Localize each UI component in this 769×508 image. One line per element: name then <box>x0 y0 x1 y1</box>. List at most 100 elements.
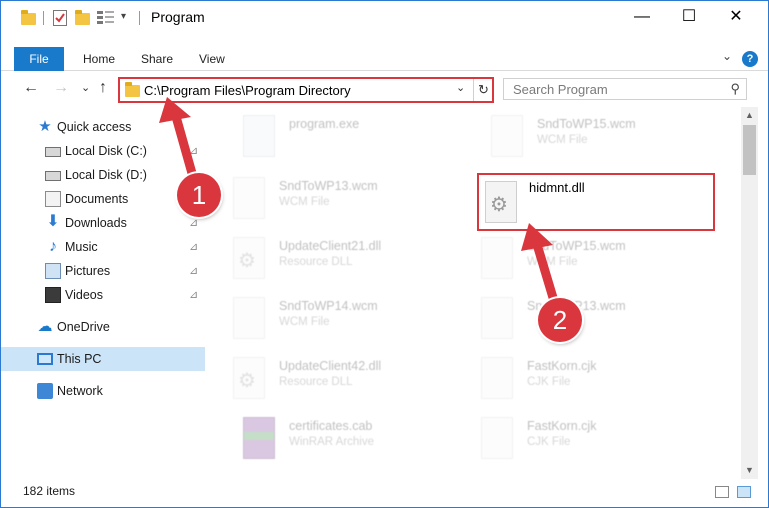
sidebar-item-this-pc[interactable]: This PC <box>1 347 205 371</box>
file-name: UpdateClient21.dll <box>279 239 382 253</box>
pin-icon[interactable]: ⊿ <box>189 288 198 301</box>
music-icon: ♪ <box>49 238 57 255</box>
tab-share[interactable]: Share <box>141 47 173 71</box>
search-placeholder: Search Program <box>513 82 608 97</box>
toolbar-dropdown-icon[interactable]: ▾ <box>121 11 126 27</box>
sidebar-item-music[interactable]: ♪ Music ⊿ <box>1 235 205 259</box>
file-item[interactable]: SndToWP15.wcm WCM File <box>461 229 706 287</box>
file-item[interactable]: UpdateClient42.dll Resource DLL <box>213 349 458 407</box>
drive-icon <box>45 147 61 157</box>
file-type: CJK File <box>527 436 571 448</box>
file-icon <box>481 357 513 399</box>
file-name: FastKorn.cjk <box>527 359 597 373</box>
file-item[interactable]: SndToWP14.wcm WCM File <box>213 289 458 347</box>
file-item[interactable]: FastKorn.cjk CJK File <box>461 409 706 467</box>
file-type: Resource DLL <box>279 256 353 268</box>
sidebar-item-quick-access[interactable]: ★ Quick access <box>1 115 205 139</box>
large-icons-view-icon[interactable] <box>737 486 751 498</box>
scroll-up-icon[interactable]: ▲ <box>741 107 758 124</box>
file-icon <box>491 115 523 157</box>
scroll-thumb[interactable] <box>743 125 756 175</box>
explorer-window: ▾ Program — ☐ ✕ File Home Share View ⌄ ?… <box>0 0 769 508</box>
help-icon[interactable]: ? <box>742 51 758 67</box>
file-item-hidmnt-dll[interactable]: hidmnt.dll <box>477 173 715 231</box>
sidebar-item-label: Downloads <box>65 216 127 230</box>
file-type: WCM File <box>279 316 330 328</box>
file-item[interactable]: FastKorn.cjk CJK File <box>461 349 706 407</box>
annotation-badge-1: 1 <box>177 173 221 217</box>
dll-icon <box>485 181 517 223</box>
documents-icon <box>45 191 61 207</box>
tab-home[interactable]: Home <box>83 47 115 71</box>
sidebar-item-onedrive[interactable]: ☁ OneDrive <box>1 315 205 339</box>
ribbon-expand-icon[interactable]: ⌄ <box>722 49 732 63</box>
vertical-scrollbar[interactable]: ▲ ▼ <box>741 107 758 479</box>
back-button[interactable]: ← <box>23 79 39 97</box>
pin-icon[interactable]: ⊿ <box>189 216 198 229</box>
file-item[interactable]: SndToWP13.wcm WCM File <box>213 169 458 227</box>
cloud-icon: ☁ <box>37 318 53 335</box>
properties-icon[interactable] <box>53 10 67 26</box>
file-icon <box>233 297 265 339</box>
address-dropdown-icon[interactable]: ⌄ <box>456 81 465 94</box>
search-input[interactable]: Search Program ⚲ <box>503 78 747 100</box>
quick-access-separator <box>43 11 44 25</box>
file-type: Resource DLL <box>279 376 353 388</box>
forward-button[interactable]: → <box>53 79 69 97</box>
sidebar-item-pictures[interactable]: Pictures ⊿ <box>1 259 205 283</box>
sidebar-item-label: Music <box>65 240 98 254</box>
videos-icon <box>45 287 61 303</box>
close-button[interactable]: ✕ <box>713 1 759 33</box>
recent-locations-button[interactable]: ⌄ <box>81 81 90 94</box>
download-icon: ⬇ <box>46 213 60 230</box>
drive-icon <box>45 171 61 181</box>
file-item[interactable]: program.exe <box>223 107 468 165</box>
file-item[interactable]: SndToWP15.wcm WCM File <box>471 107 716 165</box>
file-type: CJK File <box>527 376 571 388</box>
minimize-button[interactable]: — <box>619 1 665 33</box>
scroll-down-icon[interactable]: ▼ <box>741 462 758 479</box>
file-name: SndToWP15.wcm <box>527 239 626 253</box>
file-name: UpdateClient42.dll <box>279 359 382 373</box>
pc-icon <box>37 353 53 365</box>
up-button[interactable]: ↑ <box>99 79 107 97</box>
sidebar-item-local-disk-c[interactable]: Local Disk (C:) ⊿ <box>1 139 205 163</box>
file-item[interactable]: certificates.cab WinRAR Archive <box>223 409 468 467</box>
file-type: WCM File <box>537 134 588 146</box>
file-list: program.exe SndToWP15.wcm WCM File SndTo… <box>213 107 741 479</box>
navigation-bar: ← → ⌄ ↑ C:\Program Files\Program Directo… <box>1 73 768 105</box>
tab-file[interactable]: File <box>14 47 64 71</box>
address-path[interactable]: C:\Program Files\Program Directory <box>144 83 351 98</box>
status-bar: 182 items <box>1 479 768 507</box>
sidebar-item-label: Local Disk (C:) <box>65 144 147 158</box>
refresh-button[interactable]: ↻ <box>473 79 493 101</box>
star-icon: ★ <box>38 118 52 135</box>
sidebar-item-local-disk-d[interactable]: Local Disk (D:) ⊿ <box>1 163 205 187</box>
search-icon[interactable]: ⚲ <box>730 81 740 97</box>
file-item[interactable]: UpdateClient21.dll Resource DLL <box>213 229 458 287</box>
sidebar-item-network[interactable]: Network <box>1 379 205 403</box>
address-bar[interactable]: C:\Program Files\Program Directory ⌄ ↻ <box>118 77 494 103</box>
sidebar-item-label: Pictures <box>65 264 111 278</box>
file-icon <box>481 417 513 459</box>
details-view-icon[interactable] <box>715 486 729 498</box>
title-bar: ▾ Program — ☐ ✕ <box>1 1 768 33</box>
dll-icon <box>233 357 265 399</box>
sidebar-item-downloads[interactable]: ⬇ Downloads ⊿ <box>1 211 205 235</box>
maximize-button[interactable]: ☐ <box>666 1 712 33</box>
sidebar-item-documents[interactable]: Documents ⊿ <box>1 187 205 211</box>
pin-icon[interactable]: ⊿ <box>189 264 198 277</box>
sidebar-item-videos[interactable]: Videos ⊿ <box>1 283 205 307</box>
pin-icon[interactable]: ⊿ <box>189 240 198 253</box>
exe-icon <box>243 115 275 157</box>
customize-icon[interactable] <box>97 10 115 26</box>
file-name: FastKorn.cjk <box>527 419 597 433</box>
tab-view[interactable]: View <box>199 47 225 71</box>
sidebar-item-label: Network <box>57 384 103 398</box>
pin-icon[interactable]: ⊿ <box>189 144 198 157</box>
sidebar-item-label: This PC <box>57 352 102 366</box>
file-type: WCM File <box>279 196 330 208</box>
file-item[interactable]: SndToWP13.wcm <box>461 289 706 347</box>
dll-icon <box>233 237 265 279</box>
file-type: WCM File <box>527 256 578 268</box>
